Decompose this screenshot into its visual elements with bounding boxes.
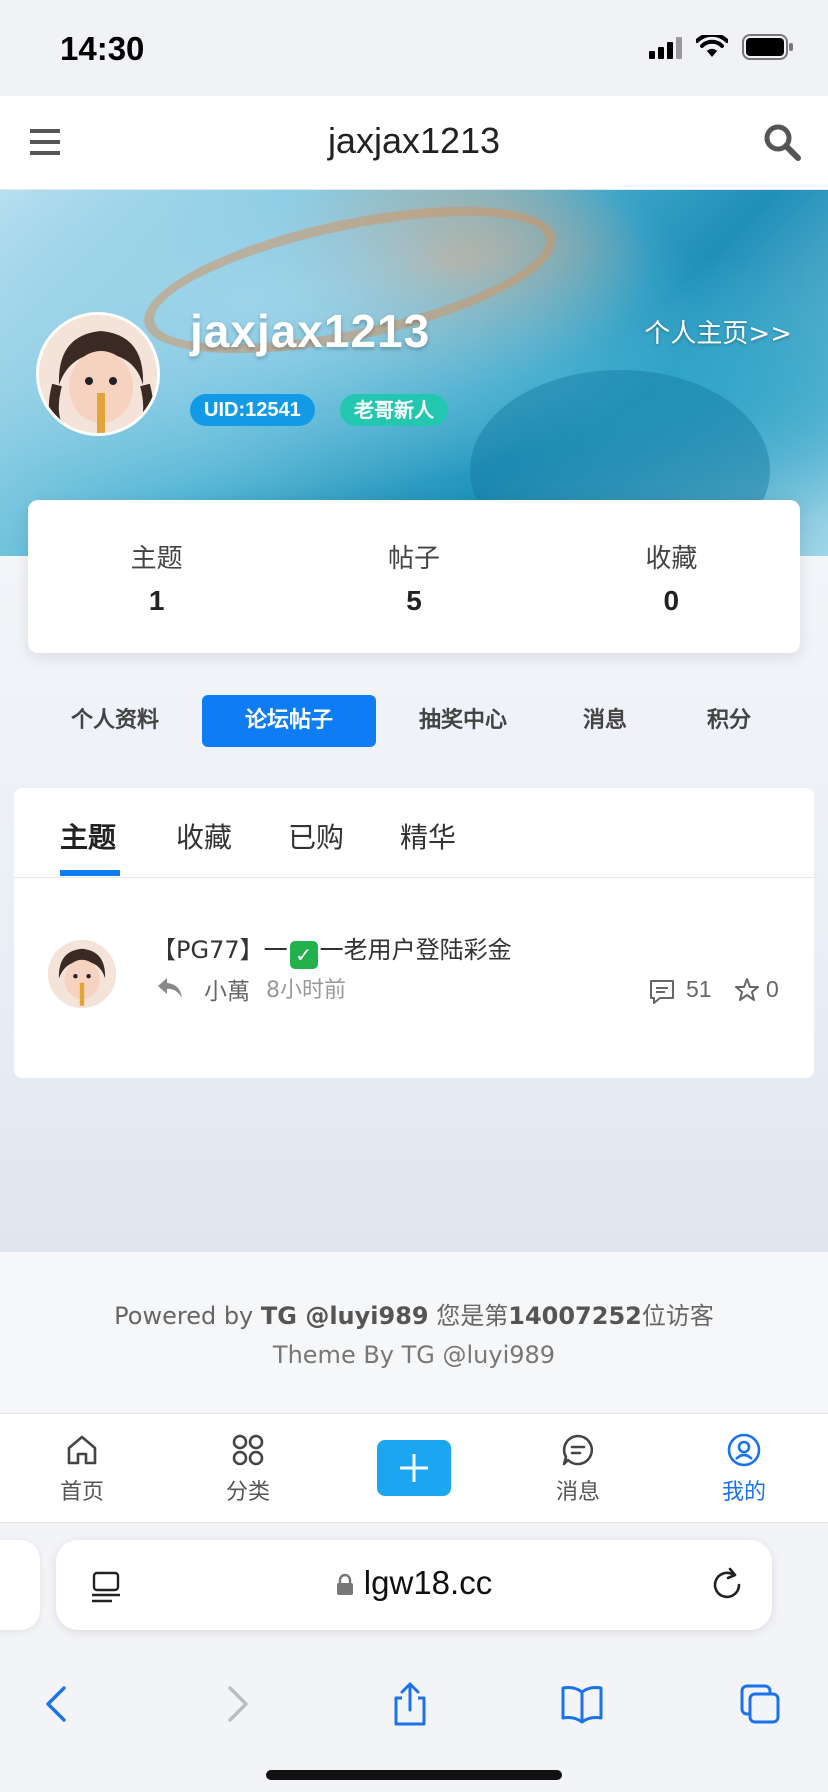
plus-icon bbox=[400, 1454, 428, 1482]
stat-value: 1 bbox=[148, 585, 165, 616]
post-title-suffix: 一老用户登陆彩金 bbox=[319, 936, 512, 964]
footer-visitor-suffix: 位访客 bbox=[641, 1302, 714, 1330]
cellular-signal-icon bbox=[649, 35, 682, 59]
bottom-nav-label: 分类 bbox=[225, 1480, 270, 1505]
status-icons bbox=[649, 34, 794, 60]
stat-posts[interactable]: 帖子 5 bbox=[285, 500, 542, 653]
wifi-icon bbox=[696, 35, 728, 57]
status-time: 14:30 bbox=[60, 30, 145, 67]
posts-card: 主题 收藏 已购 精华 【PG77】一 ✓ 一老用户登陆彩金 小萬 8小时前 5… bbox=[14, 788, 814, 1078]
stat-label: 收藏 bbox=[645, 544, 698, 574]
tab-lottery-center[interactable]: 抽奖中心 bbox=[388, 695, 538, 747]
stat-value: 0 bbox=[663, 585, 680, 616]
subtab-favorites[interactable]: 收藏 bbox=[176, 816, 232, 856]
tab-forum-posts[interactable]: 论坛帖子 bbox=[202, 695, 376, 747]
previous-tab-peek[interactable] bbox=[0, 1540, 40, 1630]
avatar[interactable] bbox=[36, 312, 160, 436]
uid-badge: UID:12541 bbox=[190, 394, 315, 426]
home-icon bbox=[67, 1435, 97, 1465]
post-title-prefix: 【PG77】一 bbox=[152, 936, 288, 964]
homepage-link[interactable]: 个人主页>> bbox=[644, 313, 792, 350]
browser-toolbar: lgw18.cc bbox=[0, 1524, 828, 1792]
footer-powered-prefix: Powered by bbox=[114, 1302, 261, 1330]
reply-icon bbox=[158, 978, 182, 998]
tab-messages[interactable]: 消息 bbox=[560, 695, 650, 747]
stat-favorites[interactable]: 收藏 0 bbox=[543, 500, 800, 653]
page-title: jaxjax1213 bbox=[327, 120, 501, 161]
bottom-nav-label: 首页 bbox=[59, 1480, 104, 1505]
stat-label: 主题 bbox=[130, 544, 183, 574]
url-display[interactable]: lgw18.cc bbox=[56, 1564, 772, 1602]
bottom-nav-label: 消息 bbox=[555, 1480, 600, 1505]
status-bar: 14:30 bbox=[0, 0, 828, 96]
post-time: 8小时前 bbox=[266, 978, 346, 1003]
post-title[interactable]: 【PG77】一 ✓ 一老用户登陆彩金 bbox=[152, 930, 512, 969]
url-text: lgw18.cc bbox=[363, 1564, 493, 1601]
grid-icon bbox=[232, 1434, 264, 1466]
sub-tabs: 主题 收藏 已购 精华 bbox=[14, 788, 814, 878]
post-row[interactable]: 【PG77】一 ✓ 一老用户登陆彩金 小萬 8小时前 51 0 bbox=[14, 888, 814, 1038]
bottom-nav-label: 我的 bbox=[721, 1480, 766, 1505]
bottom-nav-home[interactable]: 首页 bbox=[32, 1432, 132, 1506]
bookmarks-icon[interactable] bbox=[560, 1682, 604, 1726]
tab-points[interactable]: 积分 bbox=[684, 695, 774, 747]
favorite-count: 0 bbox=[766, 976, 779, 1002]
footer-powered-by: Powered by TG @luyi989 您是第14007252位访客 bbox=[0, 1296, 828, 1331]
footer-theme: Theme By TG @luyi989 bbox=[272, 1341, 556, 1369]
chat-icon bbox=[562, 1434, 594, 1466]
check-mark-icon: ✓ bbox=[289, 941, 318, 969]
stat-value: 5 bbox=[406, 585, 422, 616]
subtab-purchased[interactable]: 已购 bbox=[288, 816, 344, 856]
battery-icon bbox=[742, 34, 793, 60]
site-footer: Powered by TG @luyi989 您是第14007252位访客 Th… bbox=[0, 1252, 828, 1412]
browser-nav-tools bbox=[0, 1664, 828, 1744]
profile-tabs: 个人资料 论坛帖子 抽奖中心 消息 积分 bbox=[40, 695, 800, 747]
post-author[interactable]: 小萬 bbox=[204, 972, 250, 1006]
bottom-nav-categories[interactable]: 分类 bbox=[198, 1432, 298, 1506]
rank-badge: 老哥新人 bbox=[340, 394, 448, 426]
subtab-topics[interactable]: 主题 bbox=[60, 816, 116, 856]
subtab-featured[interactable]: 精华 bbox=[400, 816, 456, 856]
reload-icon[interactable] bbox=[708, 1566, 746, 1604]
stats-card: 主题 1 帖子 5 收藏 0 bbox=[28, 500, 800, 653]
forward-icon[interactable] bbox=[214, 1682, 258, 1726]
stat-topics[interactable]: 主题 1 bbox=[28, 500, 285, 653]
address-bar[interactable]: lgw18.cc bbox=[56, 1540, 772, 1630]
bottom-nav: 首页 分类 消息 我的 bbox=[0, 1413, 828, 1523]
footer-visitor-count: 14007252 bbox=[508, 1302, 642, 1330]
active-tab-indicator bbox=[60, 870, 120, 876]
stat-label: 帖子 bbox=[387, 544, 440, 574]
lock-icon bbox=[336, 1573, 353, 1595]
bottom-nav-messages[interactable]: 消息 bbox=[528, 1432, 628, 1506]
profile-username: jaxjax1213 bbox=[190, 305, 431, 357]
top-nav-bar: jaxjax1213 bbox=[0, 96, 828, 190]
bottom-nav-profile[interactable]: 我的 bbox=[694, 1432, 794, 1506]
search-icon[interactable] bbox=[762, 122, 802, 162]
back-icon[interactable] bbox=[36, 1682, 80, 1726]
tabs-icon[interactable] bbox=[738, 1682, 782, 1726]
comment-icon bbox=[650, 980, 674, 1004]
home-indicator bbox=[266, 1770, 562, 1780]
comment-count: 51 bbox=[686, 976, 712, 1002]
new-post-button[interactable] bbox=[377, 1440, 451, 1496]
user-circle-icon bbox=[727, 1433, 761, 1467]
footer-visitor-prefix: 您是第 bbox=[428, 1302, 509, 1330]
share-icon[interactable] bbox=[388, 1682, 432, 1726]
footer-powered-link[interactable]: TG @luyi989 bbox=[261, 1302, 429, 1330]
tab-profile-info[interactable]: 个人资料 bbox=[40, 695, 190, 747]
star-icon bbox=[735, 978, 759, 1001]
post-author-avatar[interactable] bbox=[48, 940, 116, 1008]
